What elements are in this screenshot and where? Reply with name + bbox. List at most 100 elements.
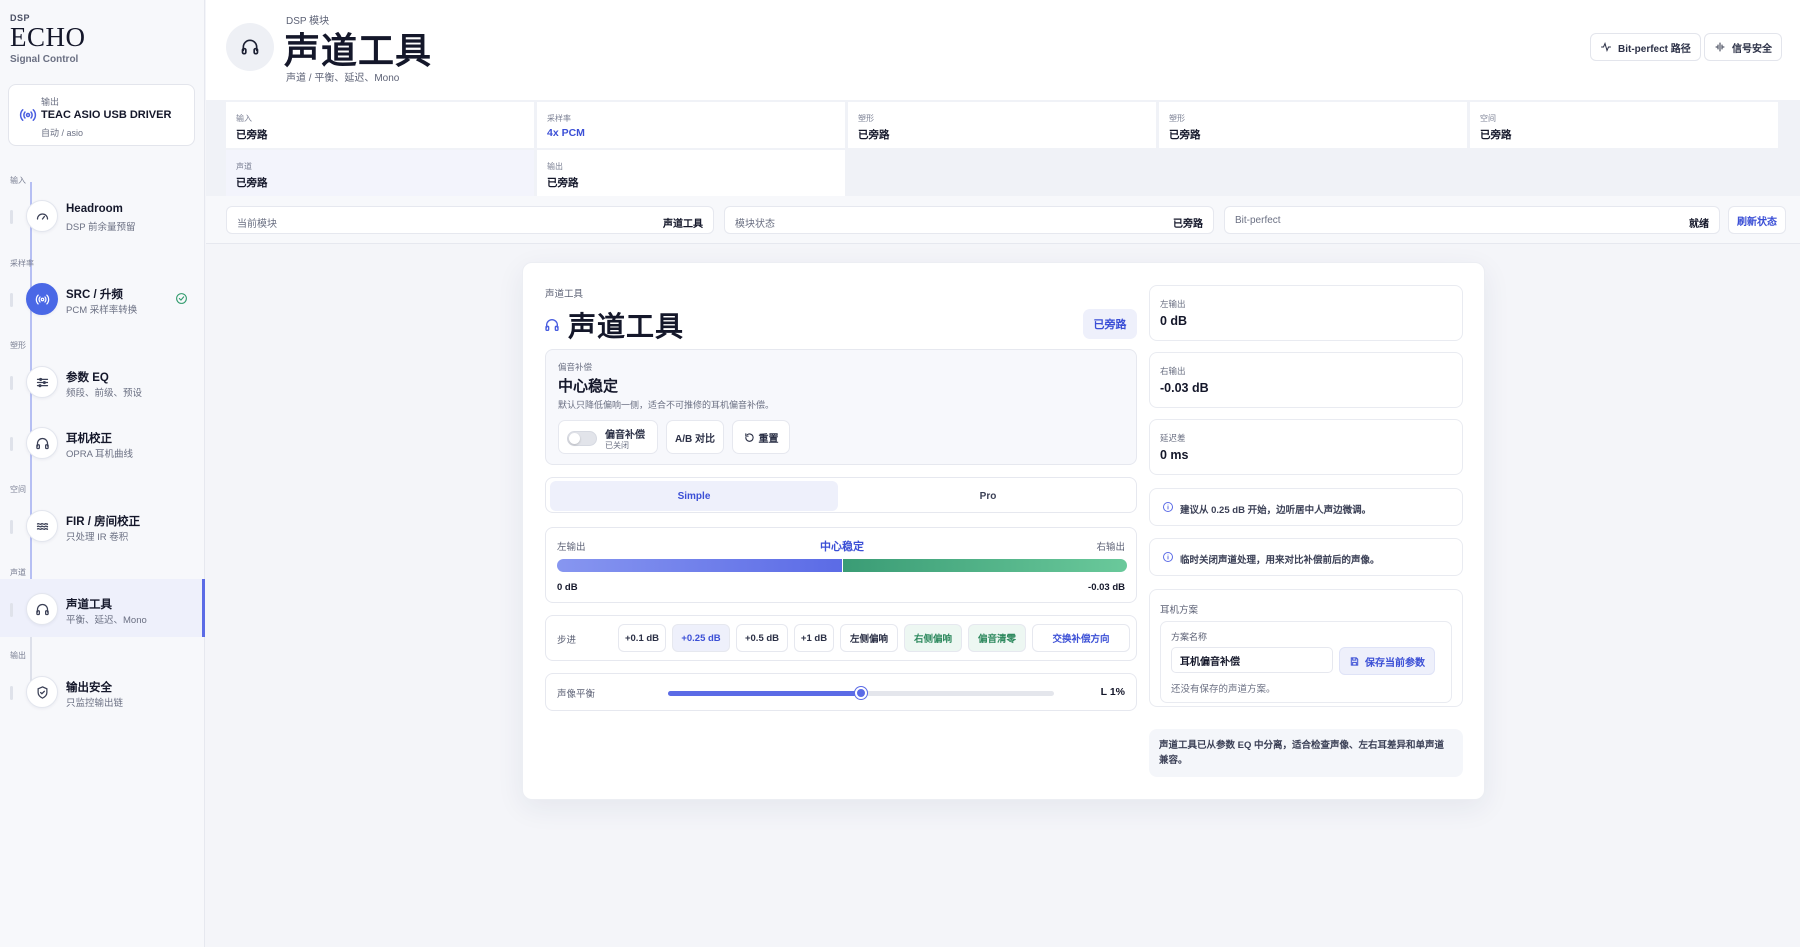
status-value: 已旁路 — [236, 177, 268, 189]
right-output-readout: 右输出 -0.03 dB — [1149, 352, 1463, 408]
sidebar-item-headphone-correction[interactable]: 耳机校正 OPRA 耳机曲线 — [0, 413, 205, 471]
sidebar-item-headroom[interactable]: Headroom DSP 前余量预留 — [0, 186, 205, 244]
nav-item-title: FIR / 房间校正 — [66, 516, 141, 528]
status-value: 已旁路 — [858, 129, 890, 141]
reset-button[interactable]: 重置 — [732, 420, 790, 454]
status-label: 输入 — [236, 114, 252, 123]
pulse-icon — [1601, 42, 1611, 52]
nav-item-desc: 频段、前级、预设 — [66, 388, 143, 399]
pan-balance-control: 声像平衡 L 1% — [545, 673, 1137, 711]
status-label: 采样率 — [547, 114, 571, 123]
compensation-toggle[interactable]: 偏音补偿 已关闭 — [558, 420, 658, 454]
tab-simple[interactable]: Simple — [550, 481, 838, 511]
pan-slider-track[interactable] — [668, 687, 1054, 699]
tab-pro[interactable]: Pro — [842, 481, 1134, 511]
page-subtitle: 声道 / 平衡、延迟、Mono — [286, 73, 400, 84]
save-preset-button[interactable]: 保存当前参数 — [1339, 647, 1435, 675]
step-0-5db-button[interactable]: +0.5 dB — [736, 624, 788, 652]
preset-name-input[interactable] — [1171, 647, 1333, 673]
left-output-value: 0 dB — [557, 582, 578, 593]
swap-direction-button[interactable]: 交换补偿方向 — [1032, 624, 1130, 652]
module-status-strip: 当前模块 声道工具 模块状态 已旁路 Bit-perfect 就绪 刷新状态 — [206, 196, 1800, 244]
module-state-value: 已旁路 — [1173, 219, 1203, 230]
step-1db-button[interactable]: +1 dB — [794, 624, 834, 652]
headphones-icon — [545, 319, 559, 331]
current-module-label: 当前模块 — [237, 219, 277, 230]
toggle-switch[interactable] — [567, 431, 597, 446]
tip-card: 建议从 0.25 dB 开始，边听居中人声边微调。 — [1149, 488, 1463, 526]
channel-balance-meter: 左输出 中心稳定 右输出 0 dB -0.03 dB — [545, 527, 1137, 603]
nav-item-title: SRC / 升频 — [66, 289, 123, 301]
current-module-value: 声道工具 — [663, 219, 703, 230]
sidebar: DSP ECHO Signal Control 输出 TEAC ASIO USB… — [0, 0, 205, 947]
right-output-label: 右输出 — [1096, 542, 1125, 553]
status-cell-output: 输出 已旁路 — [537, 150, 845, 196]
readout-label: 延迟差 — [1160, 433, 1186, 443]
status-label: 声道 — [236, 162, 252, 171]
brand-subtitle: Signal Control — [10, 54, 79, 65]
presets-empty-text: 还没有保存的声道方案。 — [1171, 684, 1276, 695]
bitperfect-path-button[interactable]: Bit-perfect 路径 — [1590, 33, 1701, 61]
offset-compensation-card: 偏音补偿 中心稳定 默认只降低偏响一侧，适合不可推修的耳机偏音补偿。 偏音补偿 … — [545, 349, 1137, 465]
sidebar-item-fir[interactable]: FIR / 房间校正 只处理 IR 卷积 — [0, 496, 205, 554]
preset-name-label: 方案名称 — [1171, 632, 1208, 642]
signal-safety-button[interactable]: 信号安全 — [1704, 33, 1782, 61]
status-cell-input: 输入 已旁路 — [226, 102, 534, 148]
preset-form: 方案名称 保存当前参数 还没有保存的声道方案。 — [1160, 621, 1452, 703]
sidebar-item-output-safety[interactable]: 输出安全 只监控输出链 — [0, 662, 205, 720]
signal-safety-label: 信号安全 — [1732, 43, 1772, 55]
bypass-status-badge[interactable]: 已旁路 — [1083, 309, 1137, 339]
bitperfect-field: Bit-perfect 就绪 — [1224, 206, 1720, 234]
nav-tick — [10, 520, 13, 534]
left-offset-button[interactable]: 左侧偏响 — [840, 624, 898, 652]
step-0-25db-button[interactable]: +0.25 dB — [672, 624, 730, 652]
waveform-icon — [1715, 42, 1725, 52]
status-cell-shaping-1: 塑形 已旁路 — [848, 102, 1156, 148]
nav-tick — [10, 210, 13, 224]
pan-label: 声像平衡 — [557, 689, 596, 700]
headphones-icon — [26, 427, 58, 459]
comp-description: 默认只降低偏响一侧，适合不可推修的耳机偏音补偿。 — [558, 400, 775, 410]
bitperfect-label: Bit-perfect — [1235, 215, 1281, 226]
module-note: 声道工具已从参数 EQ 中分离，适合检查声像、左右耳差异和单声道兼容。 — [1149, 729, 1463, 777]
nav-item-desc: 只处理 IR 卷积 — [66, 532, 129, 543]
right-level-bar — [843, 559, 1127, 572]
status-cell-space: 空间 已旁路 — [1470, 102, 1778, 148]
save-preset-label: 保存当前参数 — [1365, 657, 1425, 669]
sidebar-item-eq[interactable]: 参数 EQ 频段、前级、预设 — [0, 352, 205, 410]
clear-offset-button[interactable]: 偏音清零 — [968, 624, 1026, 652]
output-label: 输出 — [41, 97, 60, 107]
nav-section-samplerate: 采样率 — [10, 259, 34, 268]
status-label: 输出 — [547, 162, 563, 171]
sliders-icon — [26, 366, 58, 398]
refresh-status-button[interactable]: 刷新状态 — [1728, 206, 1786, 234]
headphones-icon — [226, 23, 274, 71]
module-state-field: 模块状态 已旁路 — [724, 206, 1214, 234]
readout-value: -0.03 dB — [1160, 381, 1209, 395]
toggle-state: 已关闭 — [605, 441, 629, 450]
right-output-value: -0.03 dB — [1088, 582, 1125, 593]
pan-slider-thumb[interactable] — [855, 687, 867, 699]
step-0-1db-button[interactable]: +0.1 dB — [618, 624, 666, 652]
output-device-card[interactable]: 输出 TEAC ASIO USB DRIVER 自动 / asio — [8, 84, 195, 146]
broadcast-icon — [26, 283, 58, 315]
chain-status-grid: 输入 已旁路 采样率 4x PCM 塑形 已旁路 塑形 已旁路 空间 已旁路 声… — [206, 100, 1800, 196]
status-value: 4x PCM — [547, 127, 585, 139]
sidebar-item-channel-tools[interactable]: 声道工具 平衡、延迟、Mono — [0, 579, 205, 637]
step-controls: 步进 +0.1 dB +0.25 dB +0.5 dB +1 dB 左侧偏响 右… — [545, 615, 1137, 661]
left-output-readout: 左输出 0 dB — [1149, 285, 1463, 341]
status-label: 塑形 — [1169, 114, 1185, 123]
nav-item-title: 参数 EQ — [66, 372, 109, 384]
nav-item-desc: OPRA 耳机曲线 — [66, 449, 134, 460]
module-state-label: 模块状态 — [735, 219, 775, 230]
ab-compare-button[interactable]: A/B 对比 — [666, 420, 724, 454]
nav-item-desc: 平衡、延迟、Mono — [66, 615, 147, 626]
broadcast-icon — [19, 109, 37, 121]
panel-kicker: 声道工具 — [545, 289, 584, 300]
sidebar-item-src[interactable]: SRC / 升频 PCM 采样率转换 — [0, 269, 205, 327]
right-offset-button[interactable]: 右侧偏响 — [904, 624, 962, 652]
nav-tick — [10, 376, 13, 390]
tip-text: 建议从 0.25 dB 开始，边听居中人声边微调。 — [1180, 505, 1372, 516]
toggle-label: 偏音补偿 — [605, 430, 645, 441]
status-value: 已旁路 — [1480, 129, 1512, 141]
